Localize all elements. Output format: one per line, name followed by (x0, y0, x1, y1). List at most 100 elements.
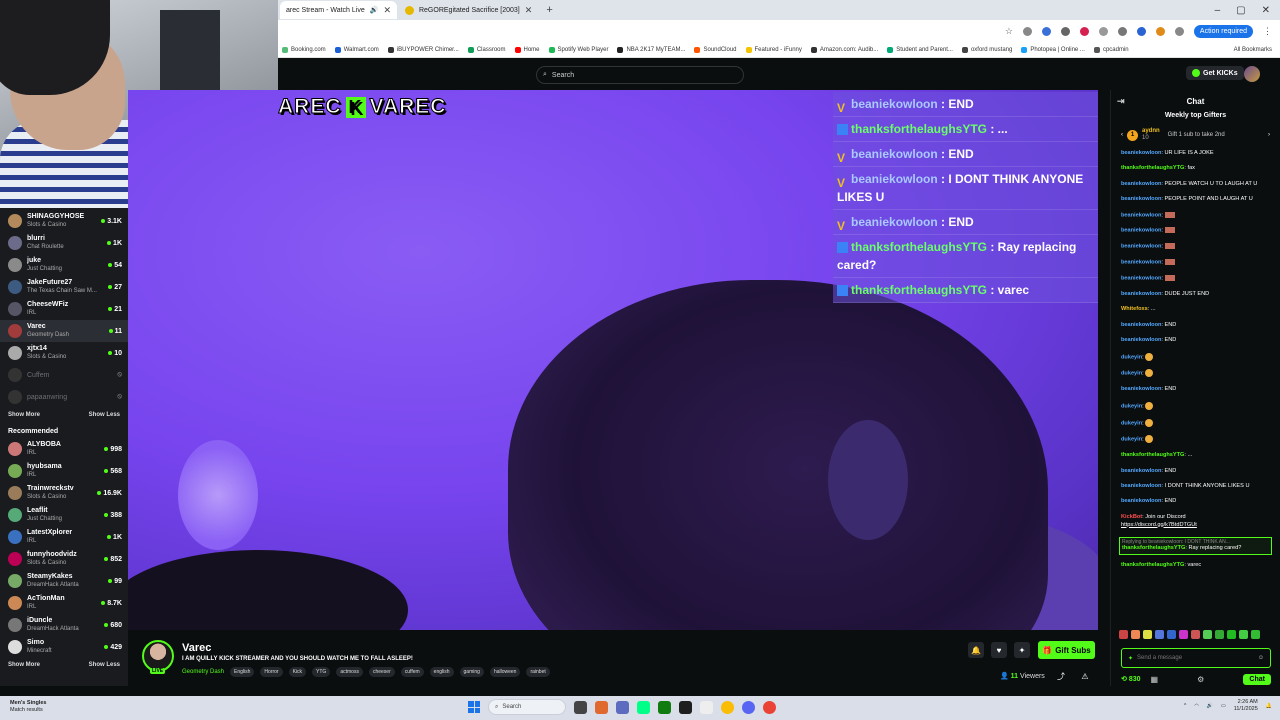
extension-icon[interactable] (1060, 26, 1070, 36)
emote-icon[interactable] (1227, 630, 1236, 639)
extension-icon[interactable] (1079, 26, 1089, 36)
sidebar-channel[interactable]: Leaflit Just Chatting 388 (0, 504, 128, 526)
bookmark[interactable]: Booking.com (282, 46, 326, 53)
chat-username[interactable]: beaniekowloon (1121, 260, 1161, 266)
extension-icon[interactable] (1022, 26, 1032, 36)
bookmark[interactable]: SoundCloud (694, 46, 737, 53)
sparkle-button[interactable]: ✦ (1014, 642, 1030, 658)
sidebar-channel[interactable]: blurri Chat Roulette 1K (0, 232, 128, 254)
tray-chevron-icon[interactable]: ^ (1184, 703, 1186, 709)
bookmark[interactable]: cpcadmin (1093, 46, 1129, 53)
browser-tab[interactable]: ReGOREgitated Sacrifice [2003] ✕ (399, 1, 538, 19)
emote-icon[interactable] (1143, 630, 1152, 639)
chat-username[interactable]: beaniekowloon (1121, 386, 1161, 392)
sidebar-channel[interactable]: LatestXplorer IRL 1K (0, 526, 128, 548)
sidebar-channel-offline[interactable]: papaanwring ⦸ (0, 386, 128, 408)
emote-icon[interactable] (1167, 630, 1176, 639)
notification-bell-icon[interactable]: 🔔 (1266, 703, 1272, 709)
search-input[interactable]: ⌕ Search (536, 66, 744, 84)
task-view-icon[interactable] (574, 700, 587, 714)
report-icon[interactable]: ⚠ (1077, 668, 1093, 684)
bookmark[interactable]: Amazon.com: Audib... (810, 46, 878, 53)
chat-username[interactable]: beaniekowloon (1121, 196, 1161, 202)
taskbar-clock[interactable]: 2:26 AM 11/1/2025 (1234, 699, 1258, 713)
terminal-icon[interactable] (679, 700, 692, 714)
close-window-button[interactable]: ✕ (1262, 5, 1270, 16)
minimize-button[interactable]: – (1215, 5, 1221, 16)
chat-username[interactable]: beaniekowloon (1121, 244, 1161, 250)
battery-icon[interactable]: ▭ (1221, 703, 1226, 709)
follow-heart-button[interactable]: ♥ (991, 642, 1007, 658)
extension-icon[interactable] (1136, 26, 1146, 36)
tag[interactable]: halloween (489, 667, 521, 677)
show-less-button[interactable]: Show Less (89, 412, 120, 418)
sidebar-channel[interactable]: SteamyKakes DreamHack Atlanta 99 (0, 570, 128, 592)
sidebar-channel[interactable]: iDuncle DreamHack Atlanta 680 (0, 614, 128, 636)
all-bookmarks[interactable]: All Bookmarks (1234, 47, 1280, 53)
emote-icon[interactable] (1191, 630, 1200, 639)
chat-username[interactable]: thanksforthelaughsYTG (1121, 562, 1184, 568)
browser-tab-active[interactable]: arec Stream - Watch Live 🔊 ✕ (280, 1, 397, 19)
sidebar-channel[interactable]: Simo Minecraft 429 (0, 636, 128, 658)
sidebar-channel-offline[interactable]: Cuffem ⦸ (0, 364, 128, 386)
chrome-icon[interactable] (721, 700, 734, 714)
extension-icon[interactable] (1041, 26, 1051, 36)
sidebar-channel[interactable]: CheeseWFiz IRL 21 (0, 298, 128, 320)
send-chat-button[interactable]: Chat (1243, 673, 1271, 685)
bookmark-star-icon[interactable]: ☆ (1005, 26, 1013, 37)
profile-icon[interactable] (1174, 26, 1184, 36)
tag[interactable]: Kick (288, 667, 307, 677)
bookmark[interactable]: iBUYPOWER Chimer... (387, 46, 459, 53)
sidebar-channel[interactable]: SHINAGGYHOSE Slots & Casino 3.1K (0, 210, 128, 232)
tag[interactable]: rainbet (526, 667, 550, 677)
sidebar-channel[interactable]: juke Just Chatting 54 (0, 254, 128, 276)
tag[interactable]: cheeser (368, 667, 395, 677)
volume-icon[interactable]: 🔊 (1207, 703, 1213, 709)
next-arrow-icon[interactable]: › (1268, 132, 1270, 138)
calendar-icon[interactable]: ▦ (1151, 675, 1159, 684)
prev-arrow-icon[interactable]: ‹ (1121, 132, 1123, 138)
sidebar-channel[interactable]: AcTionMan IRL 8.7K (0, 592, 128, 614)
tag[interactable]: english (429, 667, 454, 677)
get-kicks-button[interactable]: Get KICKs (1186, 66, 1244, 80)
tag[interactable]: Horror (260, 667, 283, 677)
share-icon[interactable]: ⤴ (1053, 668, 1069, 684)
chat-username[interactable]: beaniekowloon (1121, 337, 1161, 343)
chat-username[interactable]: KickBot (1121, 514, 1142, 520)
bookmark[interactable]: Classroom (467, 46, 506, 53)
chat-username[interactable]: beaniekowloon (1121, 228, 1161, 234)
chat-username[interactable]: dukeyin (1121, 420, 1142, 426)
taskbar-widget[interactable]: Men's Singles Match results (10, 700, 46, 714)
extension-icon[interactable] (1155, 26, 1165, 36)
emote-icon[interactable] (1203, 630, 1212, 639)
close-tab-icon[interactable]: ✕ (525, 5, 533, 16)
sidebar-channel[interactable]: Trainwreckstv Slots & Casino 16.9K (0, 482, 128, 504)
chat-username[interactable]: dukeyin (1121, 354, 1142, 360)
chat-username[interactable]: beaniekowloon (1121, 483, 1161, 489)
discord-link[interactable]: https://discord.gg/k7BtdDTGUt (1121, 522, 1197, 528)
taskbar-search[interactable]: ⌕ Search (488, 699, 566, 715)
chat-username[interactable]: dukeyin (1121, 371, 1142, 377)
chat-username[interactable]: beaniekowloon (1121, 322, 1161, 328)
bookmark[interactable]: Featured - iFunny (745, 46, 802, 53)
show-more-button[interactable]: Show More (8, 412, 40, 418)
tag[interactable]: English (230, 667, 255, 677)
emote-icon[interactable] (1119, 630, 1128, 639)
emote-icon[interactable] (1131, 630, 1140, 639)
stream-category[interactable]: Geometry Dash (182, 669, 224, 675)
emote-icon[interactable] (1179, 630, 1188, 639)
chat-username[interactable]: dukeyin (1121, 403, 1142, 409)
chat-username[interactable]: beaniekowloon (1121, 150, 1161, 156)
sidebar-channel-selected[interactable]: Varec Geometry Dash 11 (0, 320, 128, 342)
chat-username[interactable]: beaniekowloon (1121, 212, 1161, 218)
emoji-icon[interactable]: ☺ (1258, 655, 1264, 661)
chat-username[interactable]: dukeyin (1121, 437, 1142, 443)
sidebar-channel[interactable]: funnyhoodvidz Slots & Casino 852 (0, 548, 128, 570)
sidebar-channel[interactable]: hyubsama IRL 568 (0, 460, 128, 482)
notification-bell-button[interactable]: 🔔 (968, 642, 984, 658)
streamer-name[interactable]: Varec (182, 642, 211, 654)
show-less-button[interactable]: Show Less (89, 662, 120, 668)
emote-icon[interactable] (1251, 630, 1260, 639)
tag[interactable]: gaming (459, 667, 484, 677)
bookmark[interactable]: NBA 2K17 MyTEAM... (617, 46, 685, 53)
